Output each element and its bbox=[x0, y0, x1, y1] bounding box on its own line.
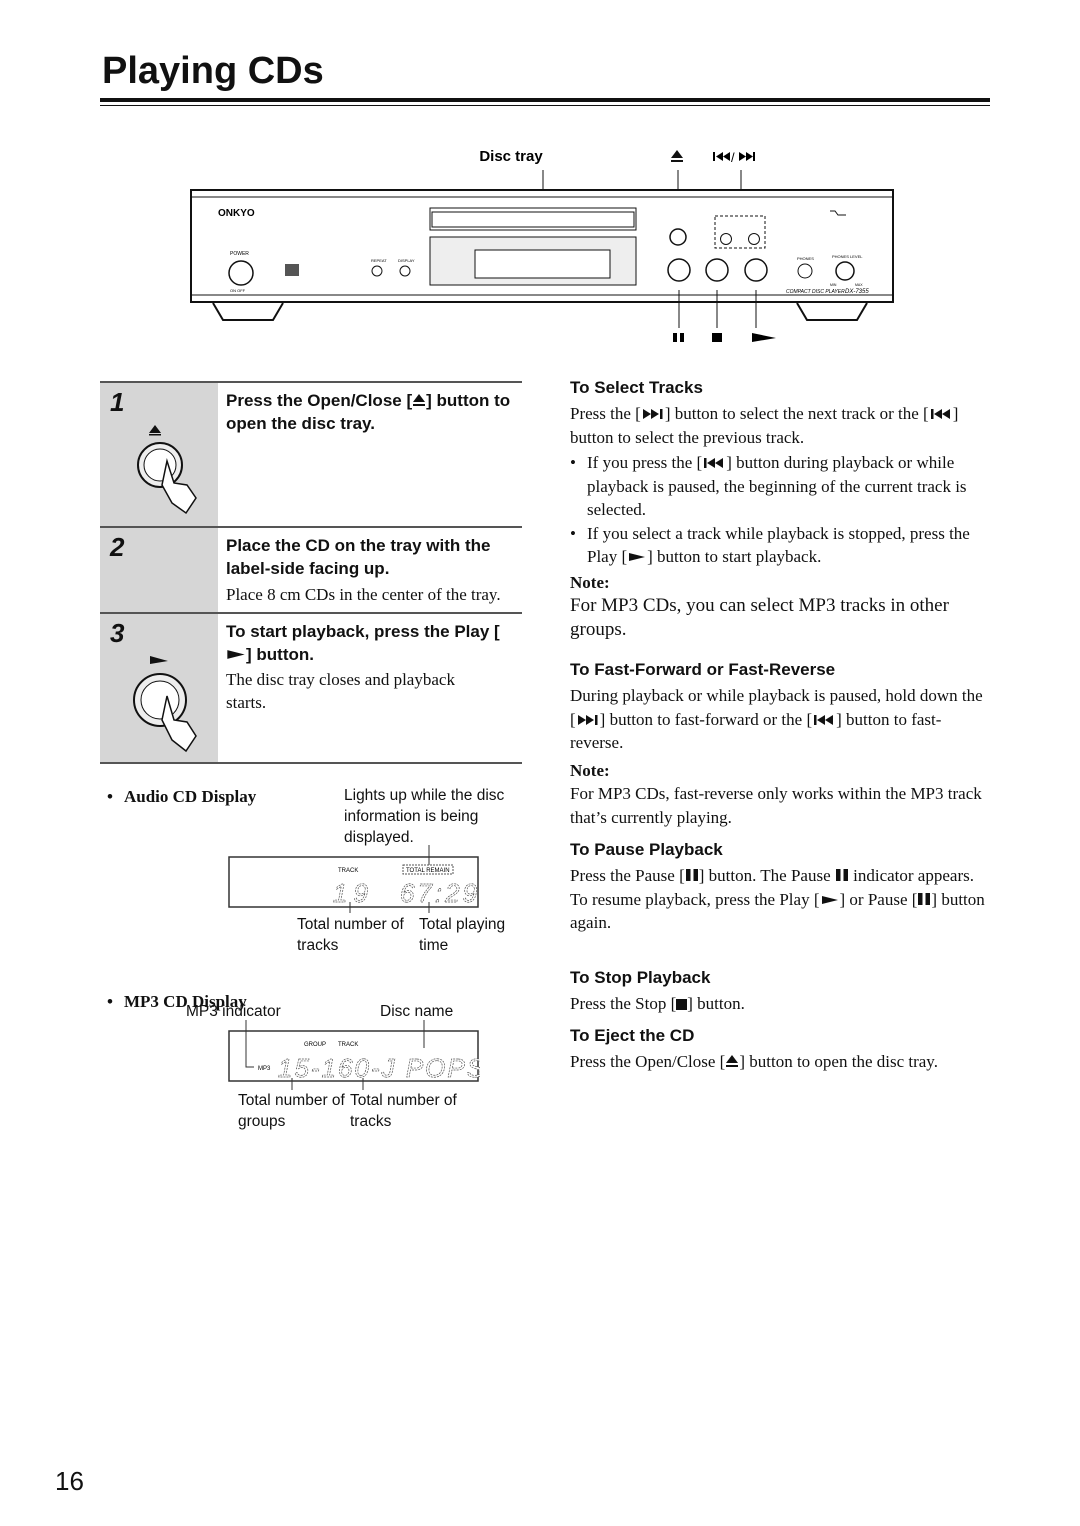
eject-callout-icon bbox=[671, 150, 683, 162]
paragraph: To resume playback, press the Play [] or… bbox=[570, 889, 985, 933]
step-number: 2 bbox=[110, 532, 125, 562]
bullet: If you press the [] button during playba… bbox=[570, 451, 990, 522]
play-callout-icon bbox=[752, 333, 776, 342]
step-3: 3 To start playback, press the Play [] b… bbox=[100, 612, 522, 764]
step-1: 1 Press the Open/Close [] button to open… bbox=[100, 381, 522, 526]
svg-text:PHONES LEVEL: PHONES LEVEL bbox=[832, 254, 863, 259]
caption-total-time: Total playing time bbox=[419, 916, 506, 954]
audio-cd-display: TRACK TOTAL REMAIN 19 67:29 bbox=[228, 845, 480, 913]
step-body: Place 8 cm CDs in the center of the tray… bbox=[226, 585, 501, 604]
next-icon bbox=[576, 714, 600, 726]
svg-text:COMPACT DISC PLAYER: COMPACT DISC PLAYER bbox=[786, 289, 845, 295]
cd-player-diagram: Disc tray / ONKYO POWER ON OFF REPEAT DI… bbox=[190, 148, 894, 342]
section-heading: To Fast-Forward or Fast-Reverse bbox=[570, 660, 836, 679]
display-digits: 15-160-J POPS bbox=[278, 1053, 480, 1083]
section-stop: To Stop Playback Press the Stop [] butto… bbox=[570, 968, 990, 1016]
step-heading: Press the Open/Close [ bbox=[226, 391, 413, 410]
note-text: For MP3 CDs, you can select MP3 tracks i… bbox=[570, 595, 949, 640]
svg-text:/: / bbox=[731, 150, 735, 165]
mp3-indicator-label: MP3 indicator bbox=[186, 1003, 281, 1020]
prev-icon bbox=[929, 408, 953, 420]
play-icon bbox=[226, 648, 246, 661]
pause-icon bbox=[685, 868, 699, 882]
disc-tray-label: Disc tray bbox=[479, 148, 543, 165]
svg-text:ON OFF: ON OFF bbox=[230, 288, 246, 293]
svg-text:POWER: POWER bbox=[230, 251, 249, 257]
brand-logo: ONKYO bbox=[218, 208, 255, 219]
play-icon bbox=[820, 894, 840, 906]
prev-icon bbox=[812, 714, 836, 726]
step-body: The disc tray closes and playback starts… bbox=[226, 670, 455, 712]
eject-icon bbox=[725, 1054, 739, 1068]
paragraph: Press the Open/Close [] button to open t… bbox=[570, 1052, 938, 1071]
step-heading: Place the CD on the tray with the label-… bbox=[226, 536, 491, 578]
svg-text:GROUP: GROUP bbox=[304, 1042, 326, 1048]
step-2: 2 Place the CD on the tray with the labe… bbox=[100, 526, 522, 612]
svg-text:MAX: MAX bbox=[855, 283, 863, 287]
paragraph: During playback or while playback is pau… bbox=[570, 686, 983, 752]
paragraph: Press the Pause [] button. The Pause ind… bbox=[570, 866, 974, 885]
eject-icon bbox=[412, 393, 426, 407]
title-rule bbox=[100, 98, 990, 102]
svg-text:MP3: MP3 bbox=[258, 1066, 271, 1072]
step-number: 1 bbox=[110, 387, 125, 417]
play-icon bbox=[627, 551, 647, 563]
mp3-cd-display: GROUP TRACK MP3 15-160-J POPS bbox=[228, 1020, 480, 1090]
lights-up-note: Lights up while the disc information is … bbox=[344, 787, 505, 846]
page-title: Playing CDs bbox=[102, 50, 324, 92]
section-pause: To Pause Playback Press the Pause [] but… bbox=[570, 840, 990, 935]
svg-text:TOTAL REMAIN: TOTAL REMAIN bbox=[406, 868, 450, 874]
section-heading: To Stop Playback bbox=[570, 968, 711, 987]
caption-total-tracks: Total number of tracks bbox=[297, 916, 404, 954]
note-label: Note: bbox=[570, 760, 610, 780]
section-fast-forward: To Fast-Forward or Fast-Reverse During p… bbox=[570, 660, 990, 829]
disc-name-label: Disc name bbox=[380, 1003, 454, 1020]
svg-text:TRACK: TRACK bbox=[338, 868, 358, 874]
prev-icon bbox=[702, 457, 726, 469]
section-heading: To Eject the CD bbox=[570, 1026, 695, 1045]
step-heading: To start playback, press the Play [ bbox=[226, 622, 500, 641]
svg-text:REPEAT: REPEAT bbox=[371, 258, 387, 263]
section-heading: To Select Tracks bbox=[570, 378, 703, 397]
section-select-tracks: To Select Tracks Press the [] button to … bbox=[570, 378, 990, 642]
section-heading: To Pause Playback bbox=[570, 840, 723, 859]
svg-text:TRACK: TRACK bbox=[338, 1042, 358, 1048]
display-digits-time: 67:29 bbox=[400, 878, 480, 908]
paragraph: Press the Stop [] button. bbox=[570, 994, 745, 1013]
press-play-illustration bbox=[133, 656, 197, 753]
title-rule-thin bbox=[100, 105, 990, 106]
paragraph: Press the [] button to select the next t… bbox=[570, 404, 959, 447]
pause-indicator-icon bbox=[835, 868, 849, 882]
caption-total-groups: Total number of groups bbox=[238, 1092, 345, 1130]
note-text: For MP3 CDs, fast-reverse only works wit… bbox=[570, 784, 982, 827]
pause-icon bbox=[917, 892, 931, 906]
stop-icon bbox=[676, 999, 687, 1010]
note-label: Note: bbox=[570, 572, 610, 592]
bullet: If you select a track while playback is … bbox=[570, 522, 990, 569]
svg-text:PHONES: PHONES bbox=[797, 256, 814, 261]
step-number: 3 bbox=[110, 618, 125, 648]
page-number: 16 bbox=[55, 1466, 84, 1496]
svg-text:DX-7355: DX-7355 bbox=[845, 289, 869, 295]
pause-callout-icon bbox=[673, 333, 684, 342]
press-open-close-illustration bbox=[137, 425, 197, 515]
section-eject: To Eject the CD Press the Open/Close [] … bbox=[570, 1026, 990, 1074]
svg-text:DISPLAY: DISPLAY bbox=[398, 258, 415, 263]
display-digits-tracks: 19 bbox=[333, 878, 374, 908]
next-icon bbox=[641, 408, 665, 420]
caption-total-tracks: Total number of tracks bbox=[350, 1092, 457, 1130]
svg-text:MIN: MIN bbox=[830, 283, 837, 287]
stop-callout-icon bbox=[712, 333, 722, 342]
prev-next-callout-icon: / bbox=[713, 150, 755, 165]
